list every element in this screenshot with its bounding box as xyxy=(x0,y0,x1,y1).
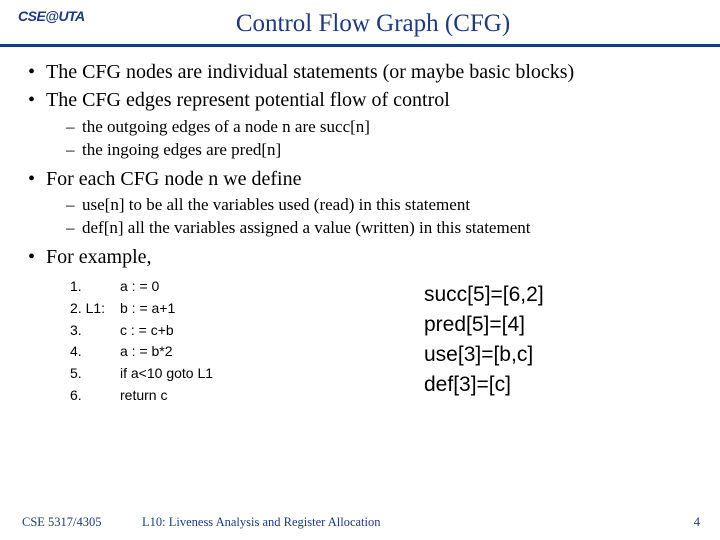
title-underline xyxy=(0,44,720,47)
line-num: 4. xyxy=(64,341,120,363)
code-line-5: 5.if a<10 goto L1 xyxy=(64,363,354,385)
sub-list-edges: the outgoing edges of a node n are succ[… xyxy=(46,116,700,162)
result-def: def[3]=[c] xyxy=(424,370,544,400)
line-num: 3. xyxy=(64,320,120,342)
line-stmt: a : = b*2 xyxy=(120,341,354,363)
code-line-6: 6.return c xyxy=(64,385,354,407)
bullet-define: For each CFG node n we define use[n] to … xyxy=(28,166,700,240)
bullet-example: For example, 1.a : = 0 2. L1:b : = a+1 3… xyxy=(28,244,700,407)
code-line-2: 2. L1:b : = a+1 xyxy=(64,298,354,320)
logo-text: CSE@UTA xyxy=(18,8,85,24)
footer-course: CSE 5317/4305 xyxy=(22,515,142,530)
result-pred: pred[5]=[4] xyxy=(424,310,544,340)
example-row: 1.a : = 0 2. L1:b : = a+1 3.c : = c+b 4.… xyxy=(46,276,700,406)
line-stmt: a : = 0 xyxy=(120,276,354,298)
slide-footer: CSE 5317/4305 L10: Liveness Analysis and… xyxy=(0,515,720,530)
line-num: 1. xyxy=(64,276,120,298)
sub-def: def[n] all the variables assigned a valu… xyxy=(46,217,700,240)
bullet-nodes: The CFG nodes are individual statements … xyxy=(28,59,700,85)
sub-list-define: use[n] to be all the variables used (rea… xyxy=(46,194,700,240)
line-num: 5. xyxy=(64,363,120,385)
code-line-4: 4.a : = b*2 xyxy=(64,341,354,363)
results-block: succ[5]=[6,2] pred[5]=[4] use[3]=[b,c] d… xyxy=(354,276,544,406)
bullet-edges-text: The CFG edges represent potential flow o… xyxy=(46,89,450,111)
bullet-edges: The CFG edges represent potential flow o… xyxy=(28,87,700,161)
bullet-example-text: For example, xyxy=(46,246,152,268)
line-stmt: c : = c+b xyxy=(120,320,354,342)
slide-header: CSE@UTA Control Flow Graph (CFG) xyxy=(0,0,720,44)
line-num: 6. xyxy=(64,385,120,407)
line-num: 2. L1: xyxy=(64,298,120,320)
line-stmt: b : = a+1 xyxy=(120,298,354,320)
code-line-3: 3.c : = c+b xyxy=(64,320,354,342)
footer-lecture: L10: Liveness Analysis and Register Allo… xyxy=(142,515,694,530)
sub-pred: the ingoing edges are pred[n] xyxy=(46,139,700,162)
slide-content: The CFG nodes are individual statements … xyxy=(0,59,720,406)
cse-uta-logo: CSE@UTA xyxy=(18,8,96,40)
line-stmt: if a<10 goto L1 xyxy=(120,363,354,385)
sub-succ: the outgoing edges of a node n are succ[… xyxy=(46,116,700,139)
code-block: 1.a : = 0 2. L1:b : = a+1 3.c : = c+b 4.… xyxy=(64,276,354,406)
code-line-1: 1.a : = 0 xyxy=(64,276,354,298)
bullet-define-text: For each CFG node n we define xyxy=(46,168,302,190)
result-succ: succ[5]=[6,2] xyxy=(424,280,544,310)
line-stmt: return c xyxy=(120,385,354,407)
slide-title: Control Flow Graph (CFG) xyxy=(104,10,702,38)
footer-page-number: 4 xyxy=(694,515,700,530)
sub-use: use[n] to be all the variables used (rea… xyxy=(46,194,700,217)
bullet-list: The CFG nodes are individual statements … xyxy=(28,59,700,406)
result-use: use[3]=[b,c] xyxy=(424,340,544,370)
